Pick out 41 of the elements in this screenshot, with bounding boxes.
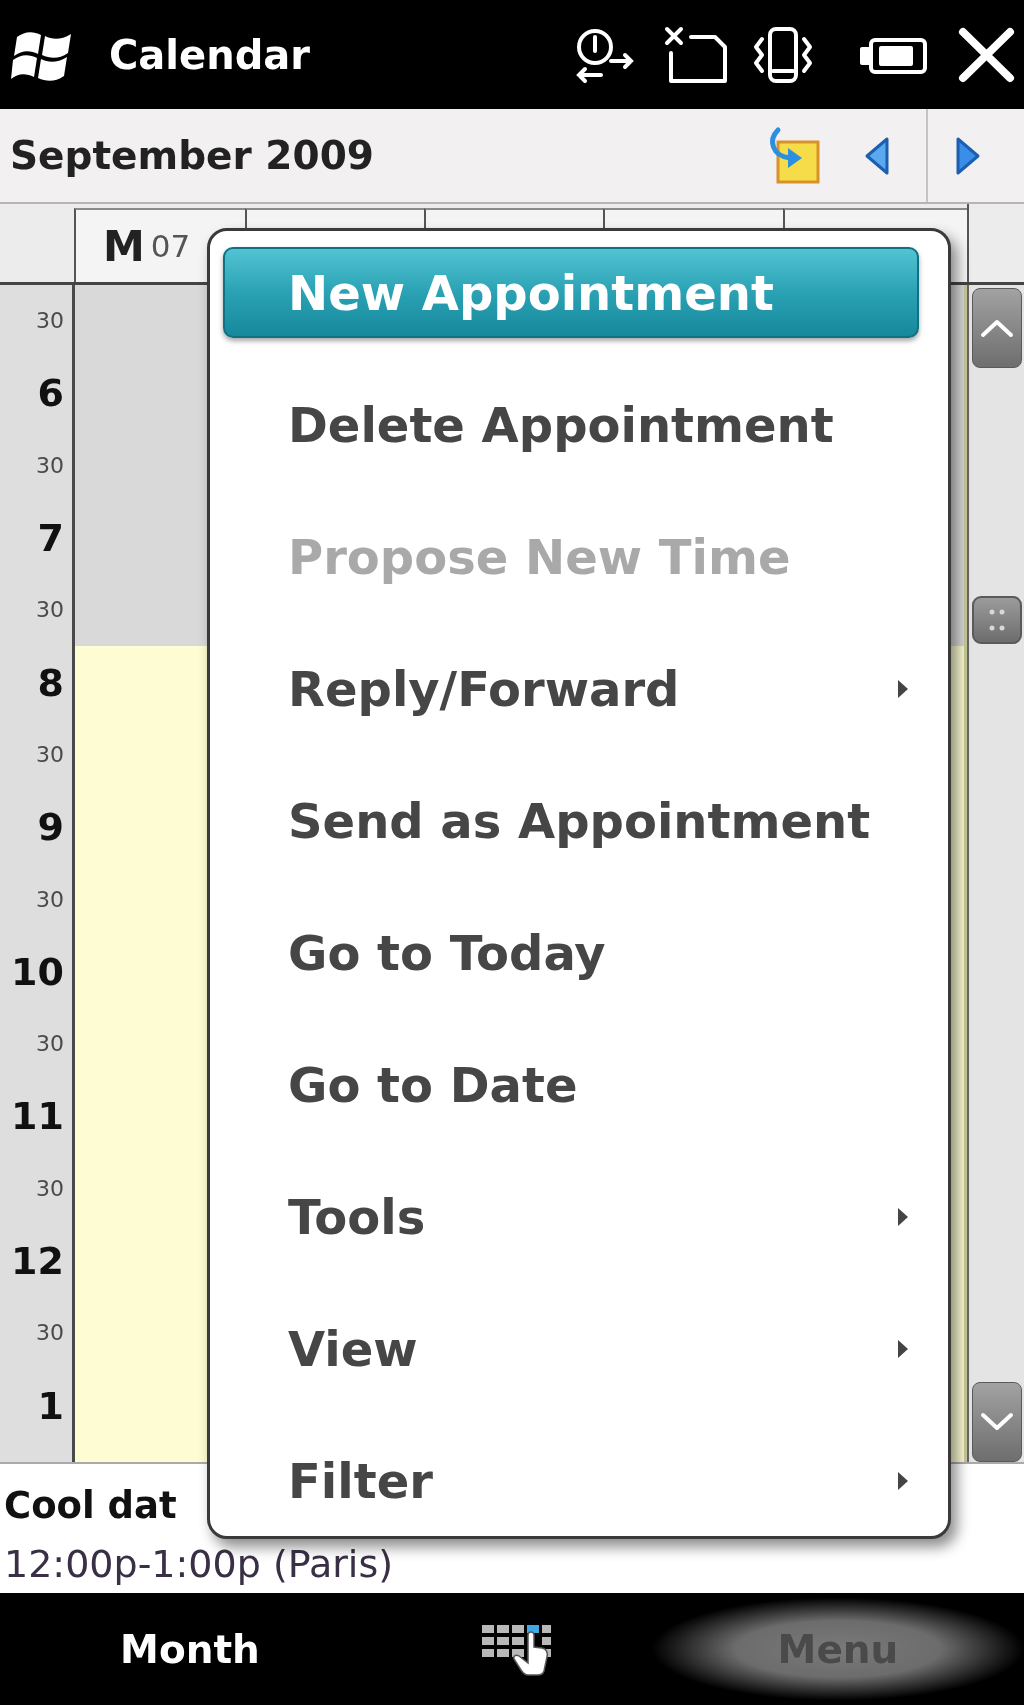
- weekday-label: M: [103, 221, 145, 271]
- menu-item[interactable]: Delete Appointment: [223, 379, 919, 470]
- menu-item[interactable]: Reply/Forward: [223, 643, 919, 734]
- soft-key[interactable]: Month: [0, 1593, 380, 1705]
- day-number: 07: [150, 228, 191, 264]
- hour-label: 7: [37, 519, 64, 558]
- half-hour-label: 30: [36, 310, 64, 333]
- menu-item[interactable]: Send as Appointment: [223, 775, 919, 866]
- chevron-up-icon: [979, 318, 1014, 338]
- scroll-down-button[interactable]: [971, 1382, 1022, 1462]
- window-title: Calendar: [109, 31, 311, 78]
- hour-label: 6: [37, 374, 64, 413]
- hour-label: 10: [11, 952, 64, 991]
- half-hour-label: 30: [36, 1322, 64, 1345]
- hour-label: 1: [37, 1386, 64, 1425]
- half-hour-label: 30: [36, 1177, 64, 1200]
- half-hour-label: 30: [36, 888, 64, 911]
- hour-label: 8: [37, 663, 64, 702]
- hour-label: 12: [11, 1242, 64, 1280]
- appointment-title[interactable]: Cool dat: [4, 1482, 177, 1530]
- chevron-down-icon: [979, 1412, 1014, 1432]
- half-hour-label: 30: [36, 454, 64, 477]
- scroll-up-button[interactable]: [971, 288, 1022, 368]
- close-icon[interactable]: [957, 26, 1016, 83]
- scroll-thumb[interactable]: [971, 596, 1022, 644]
- previous-arrow-icon[interactable]: [863, 135, 891, 176]
- menu-item[interactable]: Filter: [223, 1435, 919, 1526]
- appointment-time: 12:00p-1:00p (Paris): [4, 1544, 393, 1584]
- menu-item[interactable]: View: [223, 1303, 919, 1394]
- half-hour-label: 30: [36, 1033, 64, 1056]
- hour-label: 9: [37, 808, 64, 847]
- next-arrow-icon[interactable]: [954, 135, 982, 176]
- menu-item[interactable]: Go to Today: [223, 907, 919, 998]
- half-hour-label: 30: [36, 599, 64, 622]
- month-title: September 2009: [10, 133, 375, 178]
- menu-item[interactable]: Go to Date: [223, 1039, 919, 1130]
- scrollbar[interactable]: [967, 285, 1024, 1462]
- half-hour-label: 30: [36, 743, 64, 766]
- menu-item[interactable]: Tools: [223, 1171, 919, 1262]
- hour-label: 11: [11, 1097, 64, 1136]
- sim-card-x-icon[interactable]: [663, 24, 730, 85]
